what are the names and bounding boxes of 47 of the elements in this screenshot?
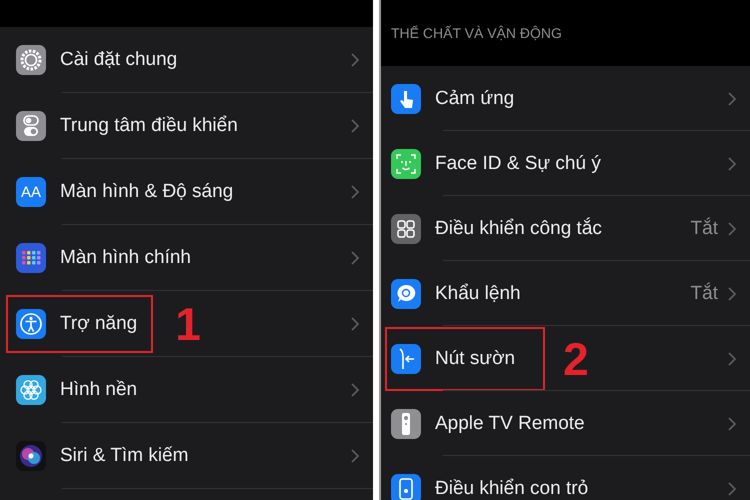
- row-label: Cảm ứng: [435, 88, 514, 110]
- flower-icon: [16, 375, 46, 405]
- chevron-icon: [351, 119, 359, 133]
- row-label: Siri & Tìm kiếm: [60, 445, 188, 467]
- step-number: 1: [175, 301, 201, 347]
- hand-icon: [391, 84, 421, 114]
- chevron-icon: [728, 156, 736, 170]
- chevron-icon: [351, 383, 359, 397]
- orb-icon: [16, 441, 46, 471]
- chevron-icon: [728, 92, 736, 106]
- chevron-icon: [728, 352, 736, 366]
- row-label: Hình nền: [60, 379, 138, 401]
- toggles-icon: [16, 111, 46, 141]
- chevron-icon: [351, 53, 359, 67]
- row-label: Cài đặt chung: [60, 49, 178, 71]
- chevron-icon: [728, 286, 736, 300]
- face-icon: [391, 148, 421, 178]
- row-label: Điều khiển công tắc: [435, 218, 602, 240]
- row-label: Trợ năng: [60, 313, 138, 335]
- row-label: Khẩu lệnh: [435, 282, 521, 304]
- chevron-icon: [351, 317, 359, 331]
- chevron-icon: [728, 482, 736, 496]
- chevron-icon: [728, 416, 736, 430]
- row-label: Face ID & Sự chú ý: [435, 152, 601, 174]
- remote-icon: [391, 408, 421, 438]
- chevron-icon: [728, 222, 736, 236]
- row-value: Tắt: [690, 282, 718, 304]
- app-grid-icon: [16, 243, 46, 273]
- accessibility-icon: [16, 309, 46, 339]
- row-label: Nút sườn: [435, 348, 516, 370]
- gear-icon: [16, 45, 46, 75]
- step-number: 2: [563, 336, 589, 382]
- chevron-icon: [351, 251, 359, 265]
- row-label: Apple TV Remote: [435, 412, 585, 434]
- row-label: Màn hình & Độ sáng: [60, 181, 234, 203]
- chevron-icon: [351, 185, 359, 199]
- chevron-icon: [351, 449, 359, 463]
- section-header: THỂ CHẤT VÀ VẬN ĐỘNG: [391, 25, 562, 41]
- pointer-icon: [391, 474, 421, 500]
- text-size-icon: AA: [16, 177, 46, 207]
- squares-icon: [391, 214, 421, 244]
- row-label: Màn hình chính: [60, 247, 191, 269]
- row-value: Tắt: [690, 218, 718, 240]
- speech-bubble-icon: [391, 278, 421, 308]
- row-label: Điều khiển con trỏ: [435, 478, 588, 500]
- row-label: Trung tâm điều khiển: [60, 115, 238, 137]
- side-button-icon: [391, 344, 421, 374]
